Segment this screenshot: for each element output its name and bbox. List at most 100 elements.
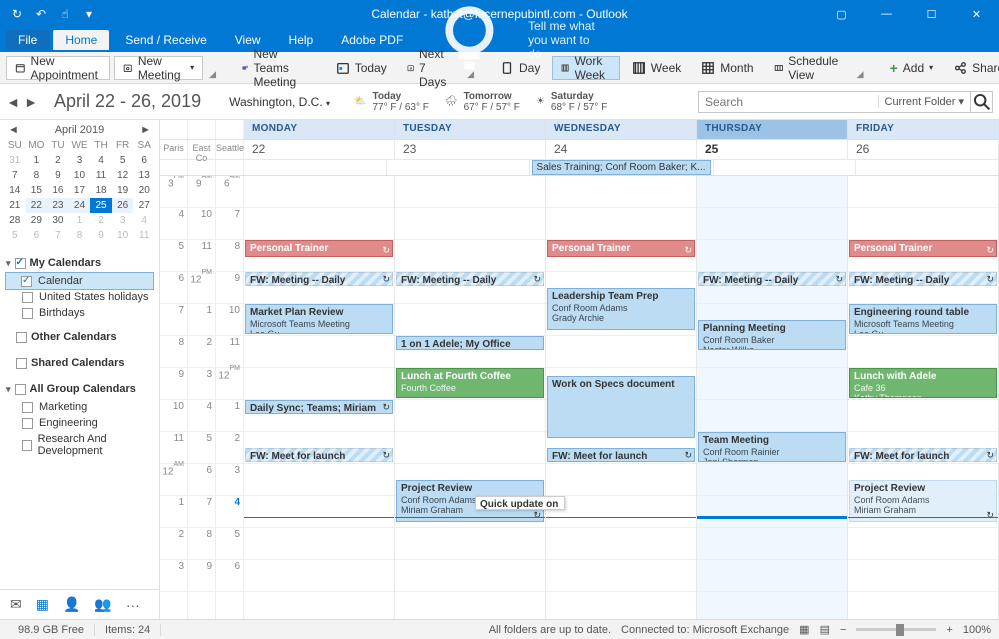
mini-day[interactable]: 2 — [47, 153, 69, 168]
prev-period-button[interactable]: ◄ — [6, 94, 20, 110]
maximize-icon[interactable]: ☐ — [909, 0, 954, 28]
mini-day[interactable]: 23 — [47, 198, 69, 213]
calendar-event[interactable]: FW: Meeting -- Daily Standup; Co↻ — [245, 272, 393, 286]
mini-day[interactable]: 11 — [133, 228, 155, 243]
calendar-event[interactable]: FW: Meeting -- Daily Standup; Co↻ — [698, 272, 846, 286]
day-header-tue[interactable]: TUESDAY — [395, 120, 546, 139]
mini-day[interactable]: 6 — [26, 228, 48, 243]
mini-day[interactable]: 9 — [90, 228, 112, 243]
mini-day[interactable]: 9 — [47, 168, 69, 183]
qat-touch-icon[interactable]: ☝︎ — [54, 4, 76, 24]
new-teams-meeting-button[interactable]: New Teams Meeting — [234, 56, 312, 80]
calendar-item[interactable]: Calendar — [5, 272, 154, 290]
checkbox-icon[interactable] — [22, 440, 32, 451]
calendar-event[interactable]: Daily Sync; Teams; Miriam Graham↻ — [245, 400, 393, 414]
day-header-thu[interactable]: THURSDAY — [697, 120, 848, 139]
mini-day[interactable]: 5 — [4, 228, 26, 243]
checkbox-icon[interactable] — [15, 384, 26, 395]
mini-day[interactable]: 1 — [26, 153, 48, 168]
close-icon[interactable]: ✕ — [954, 0, 999, 28]
checkbox-icon[interactable] — [22, 308, 33, 319]
day-date-tue[interactable]: 23 — [395, 140, 546, 159]
tab-send-receive[interactable]: Send / Receive — [113, 30, 218, 50]
week-view-button[interactable]: Week — [624, 56, 689, 80]
calendar-event[interactable]: Leadership Team PrepConf Room AdamsGrady… — [547, 288, 695, 330]
mini-day[interactable]: 4 — [133, 213, 155, 228]
mini-day[interactable]: 10 — [69, 168, 91, 183]
calendar-item[interactable]: Engineering — [6, 415, 153, 431]
tab-home[interactable]: Home — [53, 30, 109, 50]
calendar-event[interactable]: Lunch with AdeleCafe 36Kathy Thompson — [849, 368, 997, 398]
mini-day[interactable]: 26 — [112, 198, 134, 213]
calendar-event[interactable]: Personal Trainer↻ — [849, 240, 997, 257]
day-header-fri[interactable]: FRIDAY — [848, 120, 999, 139]
mini-next-month[interactable]: ► — [140, 124, 151, 136]
group-all-group-calendars[interactable]: ▾All Group Calendars — [6, 379, 153, 399]
search-scope-dropdown[interactable]: Current Folder ▾ — [878, 95, 971, 108]
calendar-event[interactable]: Personal Trainer↻ — [547, 240, 695, 257]
schedule-view-button[interactable]: Schedule View — [766, 56, 851, 80]
mail-icon[interactable]: ✉ — [10, 596, 22, 613]
zoom-slider[interactable] — [856, 628, 936, 631]
zoom-out-button[interactable]: − — [840, 624, 846, 636]
zoom-in-button[interactable]: + — [946, 624, 952, 636]
day-header-wed[interactable]: WEDNESDAY — [546, 120, 697, 139]
mini-day[interactable]: 29 — [26, 213, 48, 228]
checkbox-icon[interactable] — [22, 402, 33, 413]
mini-day[interactable]: 17 — [69, 183, 91, 198]
calendar-item[interactable]: Research And Development — [6, 431, 153, 459]
allday-event[interactable]: Sales Training; Conf Room Baker; K... — [532, 160, 711, 175]
checkbox-icon[interactable] — [16, 332, 27, 343]
mini-day[interactable]: 3 — [112, 213, 134, 228]
mini-day[interactable]: 30 — [47, 213, 69, 228]
new-meeting-button[interactable]: New Meeting ▾ — [114, 56, 203, 80]
group-launcher-arrange[interactable]: ◢ — [855, 69, 866, 80]
mini-day[interactable]: 21 — [4, 198, 26, 213]
qat-undo-icon[interactable]: ↶ — [30, 4, 52, 24]
mini-day[interactable]: 2 — [90, 213, 112, 228]
day-date-mon[interactable]: 22 — [244, 140, 395, 159]
calendar-event[interactable]: FW: Meet for launch planning ; M↻ — [849, 448, 997, 462]
mini-prev-month[interactable]: ◄ — [8, 124, 19, 136]
mini-day[interactable]: 19 — [112, 183, 134, 198]
calendar-event[interactable]: Project ReviewConf Room AdamsMiriam Grah… — [849, 480, 997, 522]
calendar-event[interactable]: FW: Meet for launch planning ; M↻ — [245, 448, 393, 462]
tab-adobe-pdf[interactable]: Adobe PDF — [329, 30, 415, 50]
checkbox-icon[interactable] — [16, 358, 27, 369]
mini-day[interactable]: 10 — [112, 228, 134, 243]
calendar-item[interactable]: Birthdays — [6, 305, 153, 321]
day-date-wed[interactable]: 24 — [546, 140, 697, 159]
search-box[interactable]: Current Folder ▾ — [698, 91, 993, 113]
qat-dropdown-icon[interactable]: ▾ — [78, 4, 100, 24]
mini-day[interactable]: 20 — [133, 183, 155, 198]
calendar-item[interactable]: Marketing — [6, 399, 153, 415]
view-normal-icon[interactable]: ▦ — [799, 623, 809, 636]
checkbox-icon[interactable] — [22, 418, 33, 429]
group-launcher-new[interactable]: ◢ — [207, 69, 218, 80]
calendar-item[interactable]: United States holidays — [6, 289, 153, 305]
more-icon[interactable]: ··· — [126, 597, 140, 613]
group-my-calendars[interactable]: ▾My Calendars — [6, 253, 153, 273]
mini-day[interactable]: 8 — [69, 228, 91, 243]
calendar-event[interactable]: Lunch at Fourth CoffeeFourth Coffee — [396, 368, 544, 398]
calendar-event[interactable]: FW: Meeting -- Daily Standup; Co↻ — [849, 272, 997, 286]
mini-day[interactable]: 7 — [47, 228, 69, 243]
mini-day[interactable]: 27 — [133, 198, 155, 213]
calendar-event[interactable]: Personal Trainer↻ — [245, 240, 393, 257]
mini-day[interactable]: 25 — [90, 198, 112, 213]
view-reading-icon[interactable]: ▤ — [820, 623, 830, 636]
calendar-event[interactable]: Engineering round tableMicrosoft Teams M… — [849, 304, 997, 334]
search-input[interactable] — [699, 95, 878, 109]
mini-day[interactable]: 7 — [4, 168, 26, 183]
mini-day[interactable]: 14 — [4, 183, 26, 198]
checkbox-icon[interactable] — [22, 292, 33, 303]
month-view-button[interactable]: Month — [693, 56, 761, 80]
tell-me-search[interactable]: Tell me what you want to do — [419, 0, 607, 80]
calendar-event[interactable]: Team MeetingConf Room RainierJoni Sherma… — [698, 432, 846, 462]
mini-day[interactable]: 13 — [133, 168, 155, 183]
mini-day[interactable]: 8 — [26, 168, 48, 183]
qat-sync-icon[interactable]: ↻ — [6, 4, 28, 24]
next-period-button[interactable]: ► — [24, 94, 38, 110]
mini-day[interactable]: 22 — [26, 198, 48, 213]
zoom-value[interactable]: 100% — [963, 624, 991, 636]
